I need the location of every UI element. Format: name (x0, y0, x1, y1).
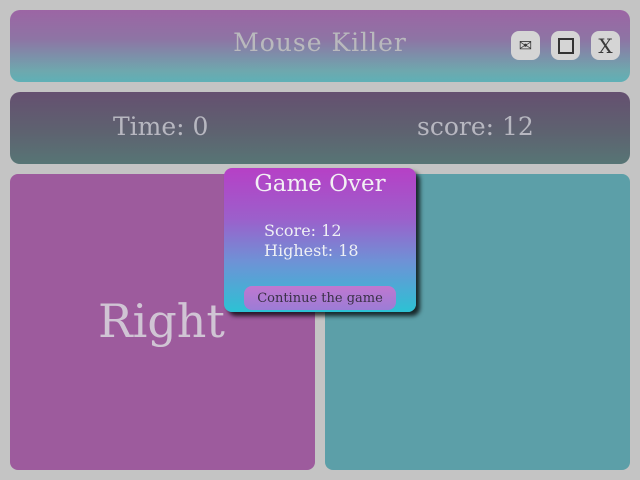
time-display: Time: 0 (113, 112, 209, 141)
status-bar: Time: 0 score: 12 (10, 92, 630, 164)
maximize-button[interactable] (551, 31, 580, 60)
highest-score: Highest: 18 (264, 241, 359, 260)
side-label: Right (98, 294, 225, 348)
dialog-title: Game Over (254, 171, 386, 197)
title-bar: Mouse Killer ✉ X (10, 10, 630, 82)
final-score: Score: 12 (264, 221, 342, 240)
maximize-icon (557, 37, 574, 54)
mail-button[interactable]: ✉ (511, 31, 540, 60)
continue-button[interactable]: Continue the game (244, 286, 396, 310)
mail-icon: ✉ (518, 36, 533, 55)
close-button[interactable]: X (591, 31, 620, 60)
score-display: score: 12 (417, 112, 534, 141)
game-over-dialog: Game Over Score: 12 Highest: 18 Continue… (224, 168, 416, 312)
